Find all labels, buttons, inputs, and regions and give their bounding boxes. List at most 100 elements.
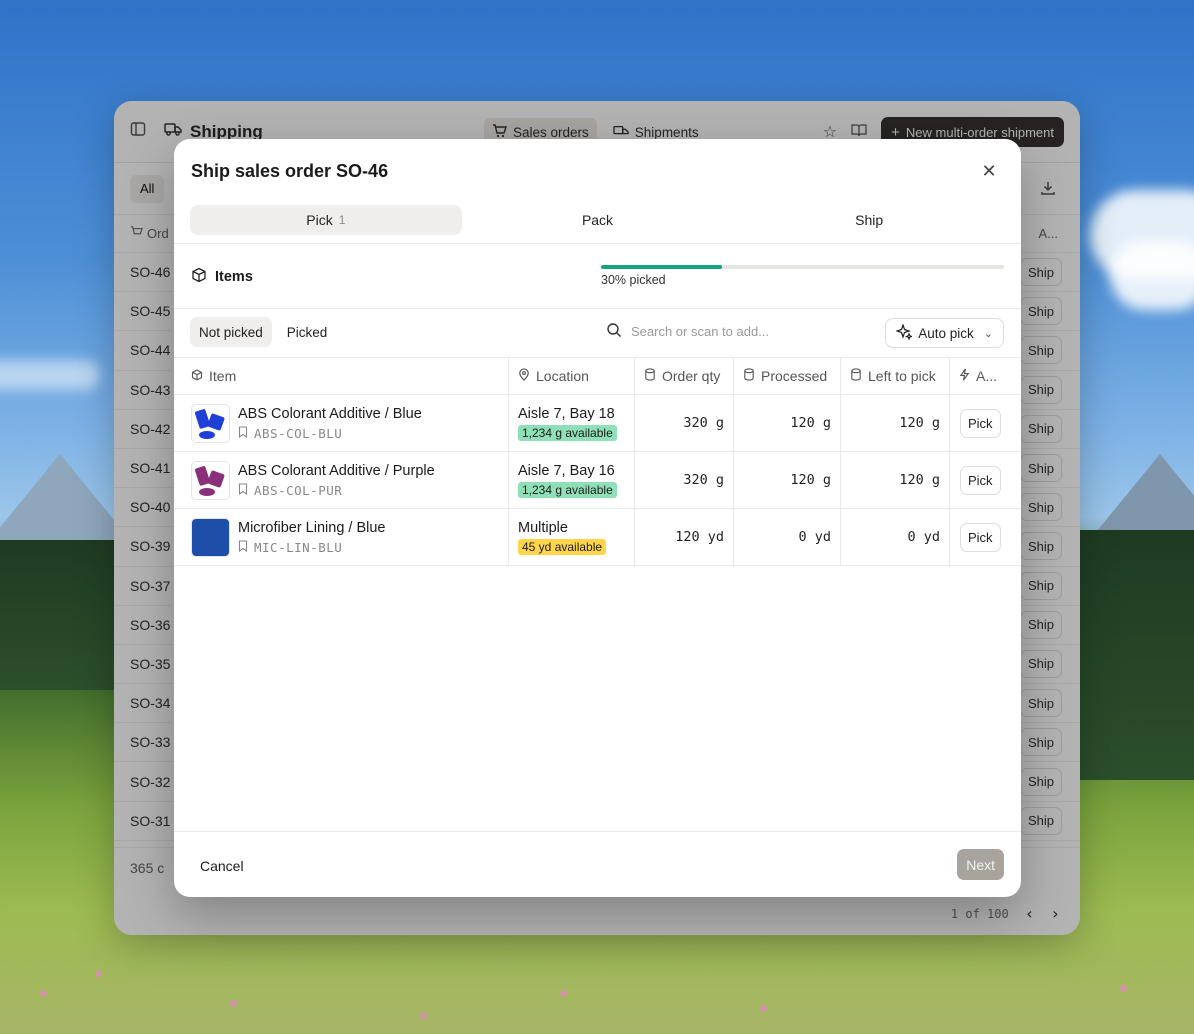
pick-filter-tabs: Not picked Picked (190, 317, 336, 347)
database-icon (850, 368, 862, 384)
column-left-to-pick[interactable]: Left to pick (841, 358, 950, 394)
column-left-to-pick-label: Left to pick (868, 368, 936, 384)
table-row: ABS Colorant Additive / Purple ABS-COL-P… (174, 452, 1021, 509)
flower (760, 1005, 767, 1012)
item-details: Microfiber Lining / Blue MIC-LIN-BLU (238, 520, 386, 555)
bookmark-icon (238, 425, 248, 441)
location-cell: Aisle 7, Bay 18 1,234 g available (509, 395, 635, 451)
item-name: Microfiber Lining / Blue (238, 519, 386, 536)
pick-button[interactable]: Pick (960, 465, 1001, 495)
flower (560, 990, 567, 997)
search-input[interactable]: Search or scan to add... (606, 322, 769, 341)
search-icon (606, 322, 622, 341)
item-sku: ABS-COL-PUR (238, 483, 435, 498)
item-sku-text: ABS-COL-BLU (254, 425, 343, 441)
item-sku: ABS-COL-BLU (238, 426, 422, 441)
processed-cell: 120 g (734, 395, 841, 451)
left-to-pick-cell: 120 g (841, 395, 950, 451)
tab-ship-label: Ship (855, 212, 884, 228)
chevron-down-icon: ⌄ (983, 327, 993, 340)
forest (1080, 530, 1194, 780)
availability-badge: 45 yd available (518, 538, 607, 555)
location-cell: Multiple 45 yd available (509, 509, 635, 565)
tab-pick[interactable]: Pick 1 (190, 205, 462, 235)
pick-progress-bar (601, 265, 1004, 269)
database-icon (743, 368, 755, 384)
column-order-qty-label: Order qty (662, 368, 721, 384)
availability-badge: 1,234 g available (518, 481, 617, 498)
auto-pick-button[interactable]: Auto pick ⌄ (885, 318, 1004, 348)
bookmark-icon (238, 539, 248, 555)
product-image (192, 518, 229, 556)
tab-pack[interactable]: Pack (462, 205, 734, 235)
item-details: ABS Colorant Additive / Blue ABS-COL-BLU (238, 406, 422, 441)
flower (420, 1012, 427, 1019)
cloud (0, 360, 100, 390)
pick-button[interactable]: Pick (960, 522, 1001, 552)
processed-cell: 120 g (734, 452, 841, 508)
item-sku-text: MIC-LIN-BLU (254, 539, 343, 555)
table-body: ABS Colorant Additive / Blue ABS-COL-BLU… (174, 395, 1021, 566)
product-image (194, 408, 225, 439)
flower (1120, 985, 1127, 992)
location-name: Aisle 7, Bay 16 (518, 462, 615, 479)
forest (0, 540, 114, 690)
left-to-pick-cell: 120 g (841, 452, 950, 508)
next-button[interactable]: Next (957, 849, 1004, 880)
pick-button[interactable]: Pick (960, 408, 1001, 438)
search-placeholder: Search or scan to add... (631, 324, 770, 339)
left-to-pick-cell: 0 yd (841, 509, 950, 565)
item-sku: MIC-LIN-BLU (238, 540, 386, 555)
column-item[interactable]: Item (174, 358, 509, 394)
cancel-button[interactable]: Cancel (191, 851, 253, 881)
product-image (194, 465, 225, 496)
database-icon (644, 368, 656, 384)
column-location[interactable]: Location (509, 358, 635, 394)
tab-picked[interactable]: Picked (278, 317, 337, 347)
column-order-qty[interactable]: Order qty (635, 358, 734, 394)
location-pin-icon (518, 368, 530, 384)
tab-ship[interactable]: Ship (733, 205, 1005, 235)
items-heading: Items (191, 267, 253, 287)
item-cell: ABS Colorant Additive / Purple ABS-COL-P… (174, 452, 509, 508)
divider (174, 243, 1021, 244)
flower (95, 970, 102, 977)
divider (174, 308, 1021, 309)
ship-order-modal: Ship sales order SO-46 ✕ Pick 1 Pack Shi… (174, 139, 1021, 897)
modal-title: Ship sales order SO-46 (191, 161, 389, 181)
tab-pick-label: Pick (306, 212, 333, 228)
item-sku-text: ABS-COL-PUR (254, 482, 343, 498)
table-row: Microfiber Lining / Blue MIC-LIN-BLU Mul… (174, 509, 1021, 566)
items-table: Item Location Order qty Processed Left t… (174, 357, 1021, 566)
column-processed-label: Processed (761, 368, 828, 384)
box-icon (191, 267, 207, 287)
close-icon[interactable]: ✕ (979, 161, 999, 181)
column-item-label: Item (209, 368, 237, 384)
item-thumbnail (191, 517, 230, 557)
item-cell: ABS Colorant Additive / Blue ABS-COL-BLU (174, 395, 509, 451)
actions-cell: Pick (950, 395, 1021, 451)
table-header: Item Location Order qty Processed Left t… (174, 357, 1021, 395)
column-actions-label: A... (976, 368, 998, 384)
availability-badge: 1,234 g available (518, 424, 617, 441)
box-icon (191, 368, 203, 384)
tab-pick-count: 1 (338, 213, 346, 227)
actions-cell: Pick (950, 509, 1021, 565)
column-location-label: Location (536, 368, 589, 384)
table-row: ABS Colorant Additive / Blue ABS-COL-BLU… (174, 395, 1021, 452)
column-processed[interactable]: Processed (734, 358, 841, 394)
column-actions[interactable]: A... (950, 358, 1021, 394)
item-thumbnail (191, 403, 230, 443)
pick-progress-fill (601, 265, 722, 269)
flower (230, 1000, 237, 1007)
pick-progress-text: 30% picked (601, 273, 666, 287)
tab-pack-label: Pack (581, 212, 614, 228)
item-thumbnail (191, 460, 230, 500)
lightning-icon (959, 368, 970, 384)
tab-not-picked[interactable]: Not picked (190, 317, 272, 347)
sparkle-icon (895, 322, 914, 343)
bookmark-icon (238, 482, 248, 498)
modal-footer: Cancel Next (174, 831, 1021, 897)
cloud (1110, 240, 1194, 310)
flower (40, 990, 47, 997)
